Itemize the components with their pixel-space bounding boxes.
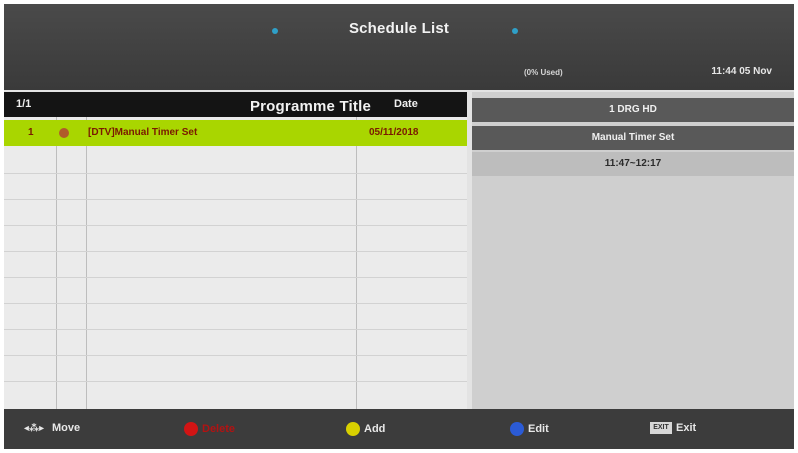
storage-used-status: (0% Used) <box>524 68 563 77</box>
grid-line <box>4 225 467 226</box>
table-header: 1/1 Programme Title Date <box>4 92 467 117</box>
grid-line <box>4 381 467 382</box>
header-bar: Schedule List (0% Used) 11:44 05 Nov <box>4 4 794 90</box>
hint-delete-label: Delete <box>202 423 236 435</box>
details-channel: 1 DRG HD <box>472 98 794 122</box>
exit-key-icon: EXIT <box>650 422 672 434</box>
yellow-button-icon <box>346 422 360 436</box>
footer-hints: ◂⁂▸ Move Delete Add Edit EXIT Exit <box>4 409 794 449</box>
grid-line <box>4 329 467 330</box>
details-panel: 1 DRG HD Manual Timer Set 11:47~12:17 <box>472 92 794 409</box>
red-button-icon <box>184 422 198 436</box>
clock-text: 11:44 05 Nov <box>711 66 772 77</box>
grid-line <box>4 199 467 200</box>
grid-divider <box>86 117 87 409</box>
row-programme-title: [DTV]Manual Timer Set <box>88 127 198 138</box>
grid-line <box>4 251 467 252</box>
move-arrows-icon: ◂⁂▸ <box>23 422 45 434</box>
row-date: 05/11/2018 <box>369 127 419 138</box>
hint-move-label: Move <box>52 422 81 434</box>
grid-divider <box>356 117 357 409</box>
details-time: 11:47~12:17 <box>472 152 794 176</box>
row-index: 1 <box>28 127 34 138</box>
hint-edit-label: Edit <box>528 423 549 435</box>
grid-line <box>4 355 467 356</box>
details-mode: Manual Timer Set <box>472 126 794 150</box>
grid-line <box>4 303 467 304</box>
schedule-screen: Schedule List (0% Used) 11:44 05 Nov 1/1… <box>4 4 794 449</box>
hint-edit[interactable]: Edit <box>510 422 549 436</box>
hint-delete[interactable]: Delete <box>184 422 235 436</box>
col-date: Date <box>394 98 418 110</box>
page-title: Schedule List <box>348 20 450 37</box>
hint-add[interactable]: Add <box>346 422 385 436</box>
grid-divider <box>56 117 57 409</box>
recording-icon <box>59 128 69 138</box>
title-dot-right-icon <box>512 28 518 34</box>
hint-add-label: Add <box>364 423 386 435</box>
hint-exit[interactable]: EXIT Exit <box>650 422 696 434</box>
hint-exit-label: Exit <box>676 422 697 434</box>
grid-line <box>4 173 467 174</box>
schedule-grid <box>4 117 467 409</box>
grid-line <box>4 277 467 278</box>
col-page-index: 1/1 <box>16 98 32 110</box>
blue-button-icon <box>510 422 524 436</box>
col-programme-title: Programme Title <box>249 98 372 115</box>
hint-move: ◂⁂▸ Move <box>20 422 80 434</box>
table-row-selected[interactable]: 1 [DTV]Manual Timer Set 05/11/2018 <box>4 120 467 146</box>
